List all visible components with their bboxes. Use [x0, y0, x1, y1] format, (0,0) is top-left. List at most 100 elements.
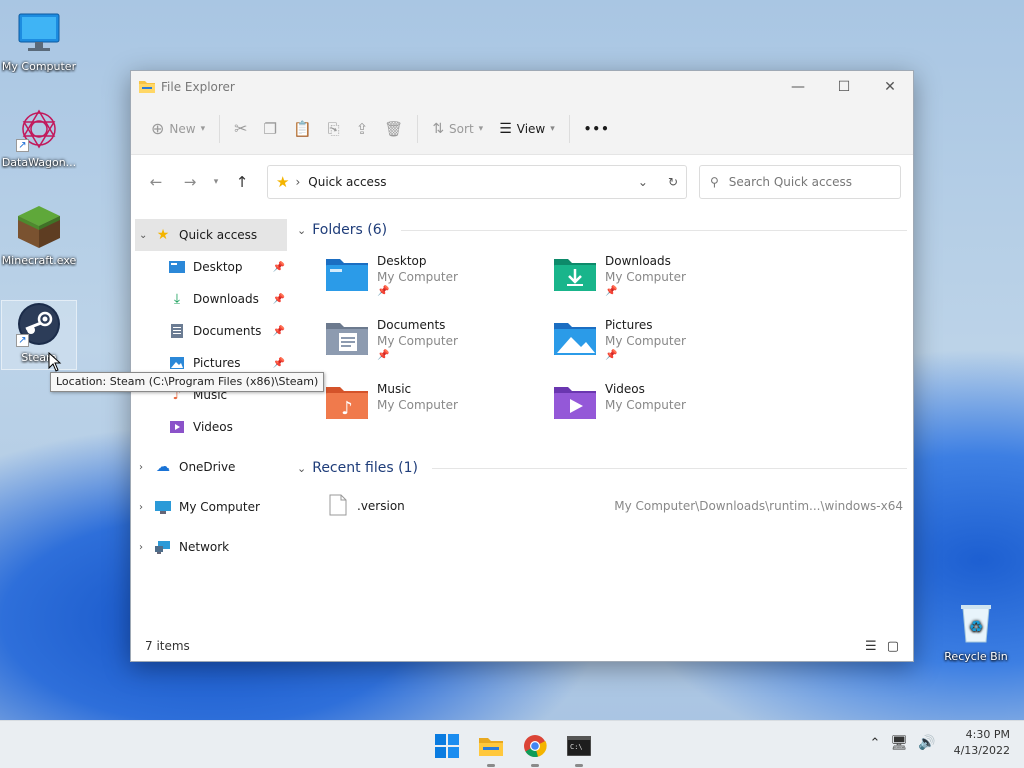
terminal-icon: C:\ [567, 736, 591, 756]
breadcrumb-location[interactable]: Quick access [308, 175, 386, 189]
address-dropdown-button[interactable]: ⌄ [638, 175, 648, 189]
folder-tile-music[interactable]: ♪ Music My Computer [325, 377, 553, 441]
folder-name: Downloads [605, 254, 671, 268]
title-bar[interactable]: File Explorer — ☐ ✕ [131, 71, 913, 103]
chevron-down-icon: ▾ [200, 123, 206, 134]
status-bar: 7 items ☰ ▢ [131, 631, 913, 661]
sidebar-item-downloads[interactable]: ⤓ Downloads 📌 [131, 283, 291, 315]
chevron-up-icon[interactable]: ⌃ [869, 736, 880, 751]
chevron-right-icon: › [139, 501, 143, 513]
monitor-icon [16, 10, 62, 56]
sidebar-item-documents[interactable]: Documents 📌 [131, 315, 291, 347]
start-button[interactable] [432, 731, 462, 761]
rename-button[interactable]: ⎘ [320, 113, 348, 145]
maximize-button[interactable]: ☐ [821, 71, 867, 103]
document-icon [167, 324, 187, 338]
sidebar-item-network[interactable]: › Network [131, 531, 291, 563]
network-status-icon[interactable]: 🖥 [890, 735, 908, 751]
share-icon: ⇪ [355, 119, 369, 138]
cloud-icon: ☁ [156, 459, 170, 475]
folder-tile-downloads[interactable]: Downloads My Computer 📌 [553, 249, 781, 313]
running-indicator [531, 764, 539, 767]
address-bar[interactable]: ★ › Quick access ⌄ ↻ [267, 165, 687, 199]
delete-button[interactable]: 🗑 [376, 113, 411, 145]
large-icons-view-button[interactable]: ▢ [887, 639, 899, 654]
sidebar-item-label: Desktop [193, 260, 243, 274]
recent-locations-button[interactable]: ▾ [207, 167, 225, 197]
desktop-icon-my-computer[interactable]: My Computer [1, 10, 77, 73]
arrow-up-icon: ↑ [235, 173, 249, 191]
music-folder-icon: ♪ [325, 381, 369, 421]
back-button[interactable]: ← [139, 167, 173, 197]
folder-name: Videos [605, 382, 645, 396]
desktop-icon-recycle-bin[interactable]: ♻ Recycle Bin [938, 600, 1014, 663]
desktop-icon-datawagon[interactable]: ↗ DataWagon... [1, 106, 77, 169]
clock[interactable]: 4:30 PM 4/13/2022 [954, 727, 1010, 759]
volume-icon[interactable]: 🔊 [918, 735, 935, 751]
recent-files-section-header[interactable]: ⌄ Recent files (1) [295, 457, 907, 479]
minimize-button[interactable]: — [775, 71, 821, 103]
more-options-button[interactable]: ••• [576, 113, 618, 145]
sidebar-item-label: Videos [193, 420, 233, 434]
toolbar-divider [417, 114, 419, 143]
documents-folder-icon [325, 317, 369, 357]
desktop-icon-minecraft[interactable]: Minecraft.exe [1, 204, 77, 267]
location-tooltip: Location: Steam (C:\Program Files (x86)\… [50, 372, 325, 392]
folder-name: Music [377, 382, 412, 396]
trash-icon: 🗑 [384, 119, 404, 138]
taskbar-chrome[interactable] [520, 731, 550, 767]
pin-icon: 📌 [272, 357, 285, 369]
sidebar-item-label: Downloads [193, 292, 259, 306]
copy-button[interactable]: ❐ [256, 113, 285, 145]
file-explorer-window: File Explorer — ☐ ✕ ⊕ New ▾ ✂ ❐ 📋 ⎘ ⇪ 🗑 … [130, 70, 914, 662]
sidebar-item-label: My Computer [179, 500, 260, 514]
folder-name: Desktop [377, 254, 427, 268]
folder-location: My Computer [377, 398, 458, 412]
search-icon: ⚲ [710, 175, 719, 189]
sidebar-item-quick-access[interactable]: ⌄ ★ Quick access [135, 219, 287, 251]
chevron-down-icon: ▾ [550, 123, 555, 134]
refresh-button[interactable]: ↻ [668, 175, 678, 189]
chevron-right-icon: › [139, 541, 143, 553]
sort-button[interactable]: ⇅ Sort ▾ [424, 113, 491, 145]
taskbar-terminal[interactable]: C:\ [564, 731, 594, 767]
monitor-icon [153, 500, 173, 514]
up-button[interactable]: ↑ [225, 167, 259, 197]
details-view-button[interactable]: ☰ [865, 639, 877, 654]
recent-file-row[interactable]: .version My Computer\Downloads\runtim...… [295, 485, 907, 527]
forward-button[interactable]: → [173, 167, 207, 197]
folder-tile-videos[interactable]: Videos My Computer [553, 377, 781, 441]
search-box[interactable]: ⚲ Search Quick access [699, 165, 901, 199]
desktop-folder-icon [167, 261, 187, 273]
minecraft-icon [16, 204, 62, 250]
sidebar-item-label: Quick access [179, 228, 258, 242]
sidebar-item-onedrive[interactable]: › ☁ OneDrive [131, 451, 291, 483]
desktop-icon-label: DataWagon... [1, 156, 77, 169]
share-button[interactable]: ⇪ [348, 113, 377, 145]
star-icon: ★ [276, 173, 290, 191]
folder-tile-desktop[interactable]: Desktop My Computer 📌 [325, 249, 553, 313]
toolbar-divider [219, 114, 221, 143]
clock-date: 4/13/2022 [953, 744, 1010, 757]
new-button[interactable]: ⊕ New ▾ [143, 113, 213, 145]
view-button[interactable]: ☰ View ▾ [491, 113, 563, 145]
folder-tile-pictures[interactable]: Pictures My Computer 📌 [553, 313, 781, 377]
sidebar-item-label: Network [179, 540, 230, 554]
folders-section-header[interactable]: ⌄ Folders (6) [295, 219, 907, 241]
desktop-folder-icon [325, 253, 369, 293]
paste-button[interactable]: 📋 [285, 113, 320, 145]
sidebar-item-videos[interactable]: Videos [131, 411, 291, 443]
shortcut-arrow-icon: ↗ [16, 334, 29, 347]
close-button[interactable]: ✕ [867, 71, 913, 103]
arrow-right-icon: → [183, 173, 197, 191]
cut-button[interactable]: ✂ [226, 113, 255, 145]
folder-tile-documents[interactable]: Documents My Computer 📌 [325, 313, 553, 377]
chevron-down-icon: ⌄ [139, 229, 148, 241]
scissors-icon: ✂ [234, 119, 248, 138]
desktop-icon-steam[interactable]: ↗ Steam [1, 300, 77, 370]
pin-icon: 📌 [272, 261, 285, 273]
sidebar-item-desktop[interactable]: Desktop 📌 [131, 251, 291, 283]
taskbar-file-explorer[interactable] [476, 731, 506, 767]
running-indicator [575, 764, 583, 767]
sidebar-item-my-computer[interactable]: › My Computer [131, 491, 291, 523]
